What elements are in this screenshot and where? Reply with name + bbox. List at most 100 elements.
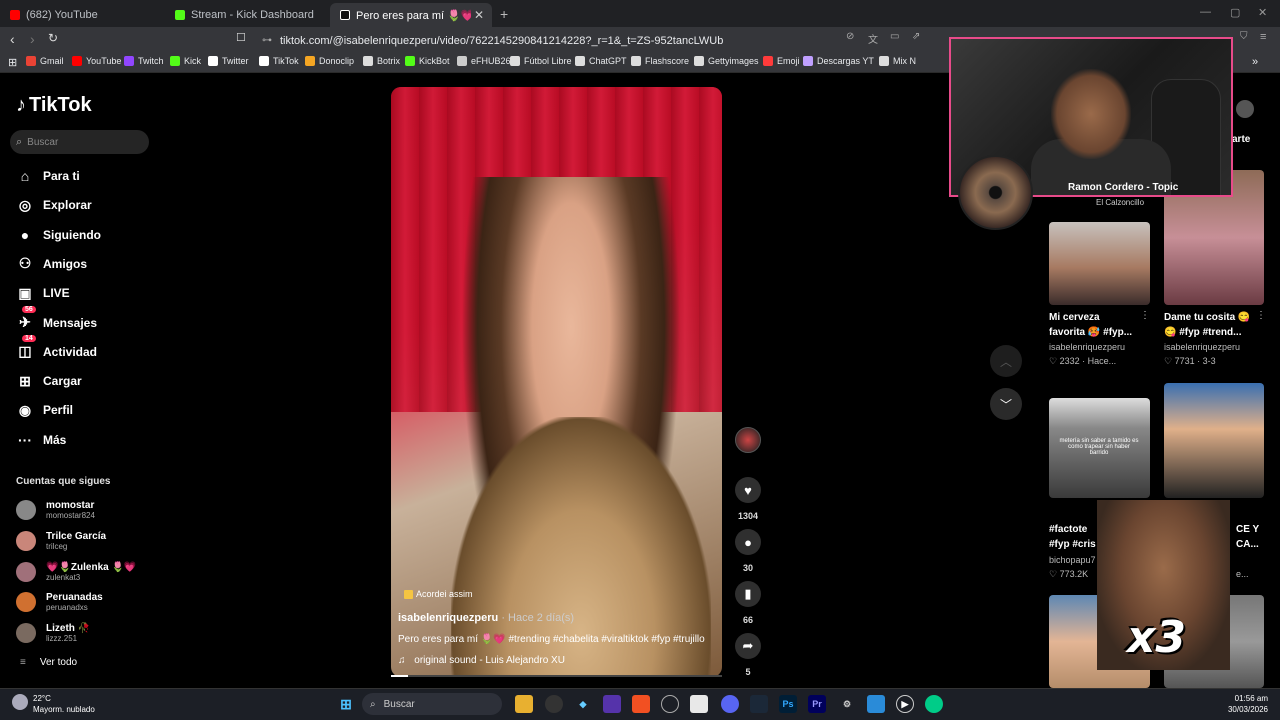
forward-icon[interactable]: › <box>30 31 35 47</box>
followed-account[interactable]: Lizeth 🥀 lizzz.251 <box>16 620 90 646</box>
bookmark-item[interactable]: Flashscore <box>631 56 689 66</box>
card-title[interactable]: Dame tu cosita 😋 😋 #fyp #trend... <box>1164 310 1250 340</box>
bookmark-item[interactable]: ChatGPT <box>575 56 627 66</box>
video-thumbnail[interactable] <box>1049 222 1150 305</box>
card-user[interactable]: isabelenriquezperu <box>1164 342 1240 352</box>
bookmark-item[interactable]: Mix N <box>879 56 916 66</box>
steam-icon[interactable] <box>750 695 768 713</box>
video-effect-tag[interactable]: Acordei assim <box>404 589 473 599</box>
followed-account[interactable]: 💗🌷Zulenka 🌷💗 zulenkat3 <box>16 559 136 585</box>
close-tab-icon[interactable]: ✕ <box>474 8 484 22</box>
mute-icon[interactable]: ⊘ <box>846 31 854 42</box>
windows-start-icon[interactable]: ⊞ <box>337 695 355 713</box>
apps-icon[interactable]: ⊞ <box>8 56 17 69</box>
video-thumbnail[interactable]: metería sin saber a tamido es como trape… <box>1049 398 1150 498</box>
sidebar-item-cargar[interactable]: ⊞ Cargar <box>16 371 82 391</box>
weather-widget[interactable]: 22°C Mayorm. nublado <box>33 693 95 715</box>
more-bookmarks-icon[interactable]: » <box>1252 56 1258 68</box>
menu-icon[interactable]: ≡ <box>1260 31 1266 43</box>
bookmark-item[interactable]: KickBot <box>405 56 450 66</box>
app-icon[interactable] <box>603 695 621 713</box>
vpn-shield-icon[interactable]: ⛉ <box>1240 31 1248 42</box>
weather-icon[interactable] <box>12 694 28 710</box>
bookmark-item[interactable]: Gmail <box>26 56 64 66</box>
more-options-icon[interactable]: ⋮ <box>1140 310 1150 321</box>
creator-avatar[interactable] <box>735 427 761 453</box>
reload-icon[interactable]: ↻ <box>48 31 58 45</box>
see-all-link[interactable]: ≡ Ver todo <box>20 657 77 668</box>
tab-kick-dashboard[interactable]: Stream - Kick Dashboard <box>165 3 330 27</box>
tab-tiktok-video[interactable]: Pero eres para mí 🌷💗 #trendin ✕ <box>330 3 492 27</box>
bookmark-item[interactable]: TikTok <box>259 56 299 66</box>
brave-icon[interactable] <box>632 695 650 713</box>
more-options-icon[interactable]: ⋮ <box>1256 310 1266 321</box>
file-explorer-icon[interactable] <box>515 695 533 713</box>
translate-icon[interactable]: 文 <box>868 31 878 46</box>
bookmark-item[interactable]: Gettyimages <box>694 56 759 66</box>
notepad-icon[interactable] <box>867 695 885 713</box>
photoshop-icon[interactable]: Ps <box>779 695 797 713</box>
video-thumbnail[interactable] <box>1164 383 1264 498</box>
followed-account[interactable]: Peruanadas peruanadxs <box>16 589 103 615</box>
card-user[interactable]: isabelenriquezperu <box>1049 342 1125 352</box>
save-button[interactable]: ▮ 66 <box>735 581 761 625</box>
card-title[interactable]: Mi cerveza favorita 🥵 #fyp... <box>1049 310 1132 340</box>
calculator-icon[interactable] <box>690 695 708 713</box>
back-icon[interactable]: ‹ <box>10 31 15 47</box>
sidebar-item-explorar[interactable]: ◎ Explorar <box>16 195 92 215</box>
premiere-icon[interactable]: Pr <box>808 695 826 713</box>
sidebar-item-perfil[interactable]: ◉ Perfil <box>16 400 73 420</box>
video-sound[interactable]: ♫ original sound - Luis Alejandro XU <box>398 655 565 666</box>
tab-share[interactable]: arte <box>1232 134 1250 145</box>
card-user[interactable]: bichopapu7 <box>1049 555 1096 565</box>
edge-icon[interactable] <box>925 695 943 713</box>
author-username[interactable]: isabelenriquezperu <box>398 612 498 624</box>
new-tab-button[interactable]: + <box>500 6 508 22</box>
minimize-button[interactable]: — <box>1200 6 1211 18</box>
bookmark-item[interactable]: Botrix <box>363 56 400 66</box>
site-info-icon[interactable]: ⊶ <box>262 35 272 46</box>
card-title[interactable]: CE Y CA... <box>1236 522 1259 552</box>
close-window-button[interactable]: ✕ <box>1258 6 1267 19</box>
sidebar-item-live[interactable]: ▣ LIVE <box>16 283 69 303</box>
comment-button[interactable]: ● 30 <box>735 529 761 573</box>
sidebar-item-amigos[interactable]: ⚇ Amigos <box>16 254 87 274</box>
bookmark-item[interactable]: Descargas YT <box>803 56 874 66</box>
profile-avatar[interactable] <box>1236 100 1254 118</box>
like-button[interactable]: ♥ 1304 <box>735 477 761 521</box>
sidebar-item-más[interactable]: ··· Más <box>16 430 66 450</box>
card-title[interactable]: #factote #fyp #cris <box>1049 522 1096 552</box>
bookmark-item[interactable]: Donoclip <box>305 56 354 66</box>
bookmark-item[interactable]: eFHUB26 <box>457 56 511 66</box>
bookmark-item[interactable]: Kick <box>170 56 201 66</box>
bookmark-item[interactable]: Fútbol Libre <box>510 56 572 66</box>
tiktok-logo[interactable]: ♪ TikTok <box>16 94 92 117</box>
discord-icon[interactable] <box>721 695 739 713</box>
maximize-button[interactable]: ▢ <box>1230 6 1240 19</box>
previous-video-button[interactable]: ︿ <box>990 345 1022 377</box>
sidebar-item-siguiendo[interactable]: ● Siguiendo <box>16 225 101 245</box>
tab-youtube[interactable]: (682) YouTube <box>0 3 165 27</box>
bookmark-item[interactable]: Twitter <box>208 56 249 66</box>
search-input[interactable]: ⌕ Buscar <box>10 130 149 154</box>
sidebar-item-mensajes[interactable]: ✈ 56 Mensajes <box>16 306 97 333</box>
system-clock[interactable]: 01:56 am 30/03/2026 <box>1218 693 1268 715</box>
obs-icon[interactable] <box>545 695 563 713</box>
media-icon[interactable] <box>661 695 679 713</box>
sidebar-item-para-ti[interactable]: ⌂ Para ti <box>16 166 80 186</box>
cast-icon[interactable]: ▭ <box>890 31 899 42</box>
player-icon[interactable]: ▶ <box>896 695 914 713</box>
app-icon[interactable]: ◆ <box>574 695 592 713</box>
video-progress-bar[interactable] <box>391 675 722 677</box>
bookmark-icon[interactable]: ☐ <box>236 31 246 44</box>
taskbar-search[interactable]: ⌕ Buscar <box>362 693 502 715</box>
bookmark-item[interactable]: Emoji <box>763 56 800 66</box>
sidebar-item-actividad[interactable]: ◫ 14 Actividad <box>16 335 97 362</box>
share-page-icon[interactable]: ⇗ <box>912 31 920 42</box>
next-video-button[interactable]: ﹀ <box>990 388 1022 420</box>
settings-gear-icon[interactable]: ⚙ <box>838 695 856 713</box>
share-button[interactable]: ➦ 5 <box>735 633 761 677</box>
followed-account[interactable]: Trilce García trilceg <box>16 528 106 554</box>
bookmark-item[interactable]: Twitch <box>124 56 164 66</box>
followed-account[interactable]: momostar momostar824 <box>16 497 95 523</box>
